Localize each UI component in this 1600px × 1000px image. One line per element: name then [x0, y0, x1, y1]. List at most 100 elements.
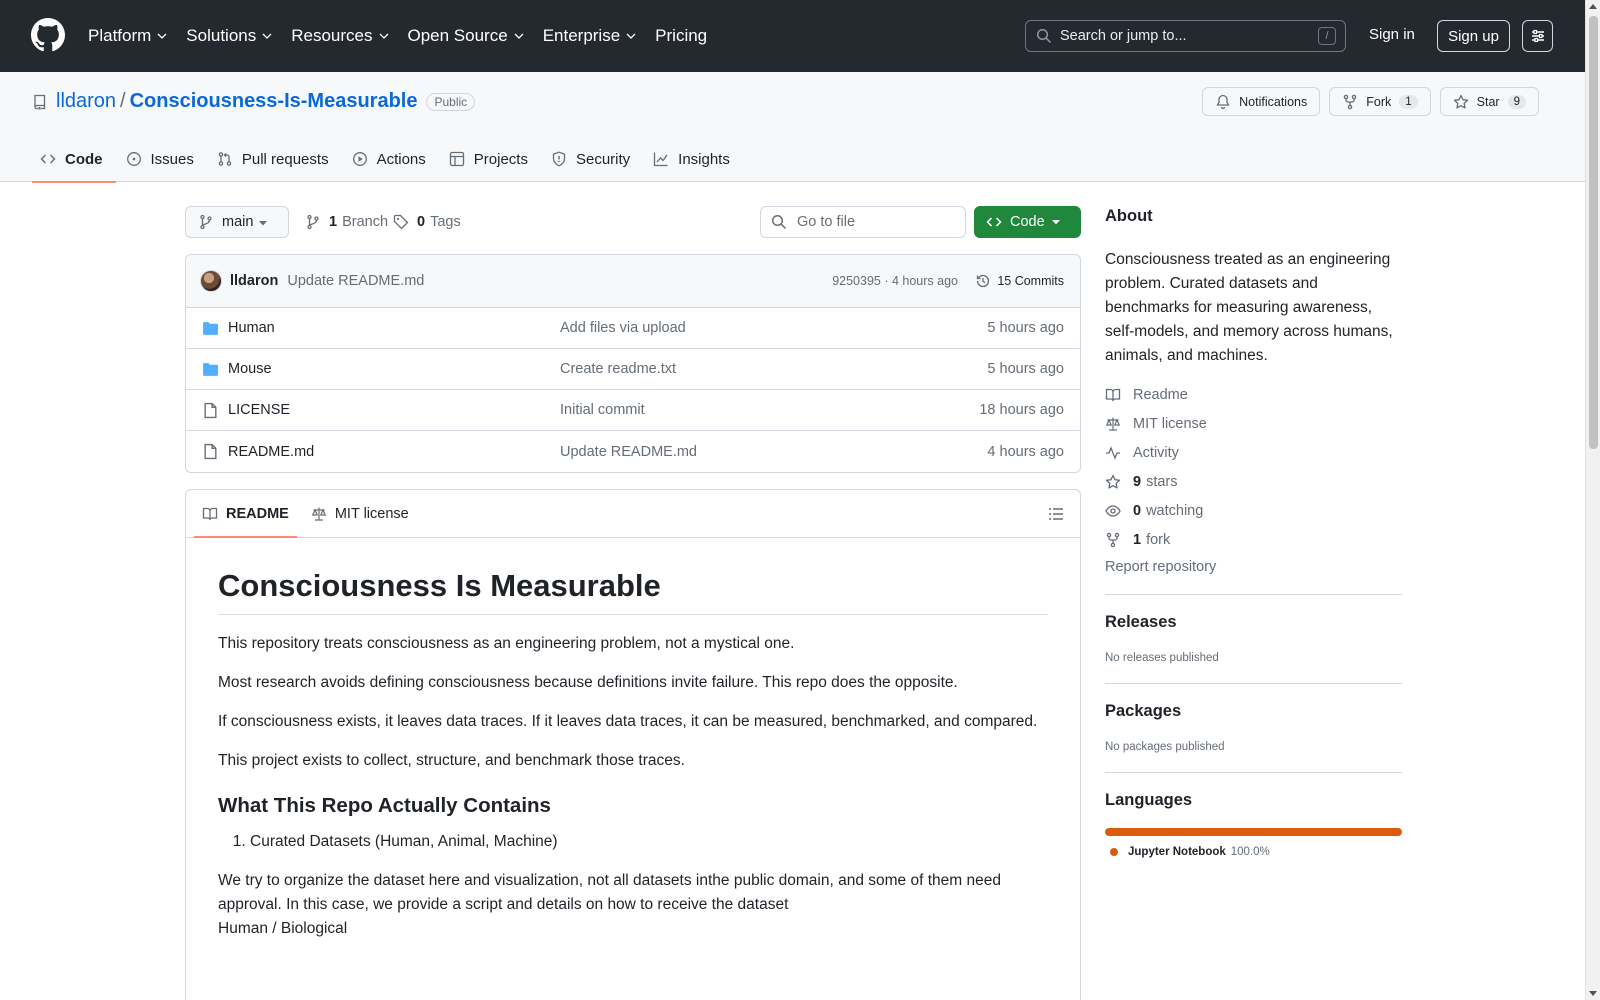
- notifications-button[interactable]: Notifications: [1202, 87, 1321, 116]
- commits-history-link[interactable]: 15 Commits: [975, 273, 1064, 289]
- packages-empty-text: No packages published: [1105, 741, 1225, 753]
- readme-panel: README MIT license Consciousness Is Meas…: [185, 489, 1081, 1000]
- file-commit-message[interactable]: Create readme.txt: [560, 361, 676, 377]
- file-name[interactable]: README.md: [228, 444, 558, 460]
- tab-security[interactable]: Security: [543, 136, 643, 182]
- readme-line: We try to organize the dataset here and …: [218, 872, 1001, 913]
- commit-author[interactable]: lldaron: [230, 273, 278, 289]
- tab-issues[interactable]: Issues: [118, 136, 207, 182]
- link-label: stars: [1146, 473, 1178, 490]
- tab-actions[interactable]: Actions: [344, 136, 439, 182]
- nav-enterprise[interactable]: Enterprise: [543, 26, 637, 46]
- global-search-input[interactable]: Search or jump to... /: [1025, 20, 1346, 52]
- chevron-down-icon: [379, 33, 388, 39]
- repo-path-separator: /: [120, 90, 126, 112]
- file-name[interactable]: Human: [228, 320, 558, 336]
- scrollbar-thumb[interactable]: [1589, 16, 1598, 449]
- code-dropdown-button[interactable]: Code: [974, 206, 1081, 238]
- tab-code[interactable]: Code: [32, 136, 116, 183]
- branches-link[interactable]: 1 Branch: [305, 214, 388, 230]
- shield-icon: [552, 151, 566, 167]
- folder-icon: [203, 321, 218, 335]
- file-commit-message[interactable]: Add files via upload: [560, 320, 686, 336]
- file-row[interactable]: LICENSE Initial commit 18 hours ago: [186, 390, 1080, 431]
- branch-selector[interactable]: main: [185, 206, 289, 238]
- chevron-down-icon: [626, 33, 636, 39]
- releases-heading[interactable]: Releases: [1105, 613, 1402, 632]
- divider: [1105, 772, 1402, 773]
- fork-icon: [1106, 532, 1120, 547]
- bell-icon: [1216, 94, 1230, 109]
- scroll-up-arrow-icon[interactable]: [1589, 4, 1597, 9]
- language-color-dot: [1110, 848, 1118, 856]
- tab-label: Issues: [150, 150, 194, 168]
- nav-resources[interactable]: Resources: [291, 26, 389, 46]
- tab-pull-requests[interactable]: Pull requests: [209, 136, 342, 182]
- branches-label: Branch: [342, 214, 389, 230]
- tab-license[interactable]: MIT license: [303, 490, 417, 537]
- scroll-down-arrow-icon[interactable]: [1589, 991, 1597, 996]
- tab-readme[interactable]: README: [194, 490, 297, 538]
- report-repository-link[interactable]: Report repository: [1105, 559, 1402, 575]
- issue-icon: [126, 152, 141, 166]
- star-button[interactable]: Star 9: [1439, 87, 1539, 116]
- table-of-contents-icon[interactable]: [1048, 506, 1064, 522]
- search-icon: [1036, 28, 1052, 44]
- tab-projects[interactable]: Projects: [441, 136, 541, 182]
- file-row[interactable]: Mouse Create readme.txt 5 hours ago: [186, 349, 1080, 390]
- activity-link[interactable]: Activity: [1105, 438, 1402, 467]
- fork-button[interactable]: Fork 1: [1329, 87, 1431, 116]
- nav-solutions[interactable]: Solutions: [186, 26, 273, 46]
- license-link[interactable]: MIT license: [1105, 409, 1402, 438]
- sign-in-link[interactable]: Sign in: [1369, 26, 1415, 43]
- readme-link[interactable]: Readme: [1105, 380, 1402, 409]
- language-item[interactable]: Jupyter Notebook 100.0%: [1105, 846, 1402, 858]
- forks-count: 1: [1133, 531, 1142, 548]
- about-description: Consciousness treated as an engineering …: [1105, 251, 1393, 364]
- pull-request-icon: [218, 152, 232, 166]
- file-commit-message[interactable]: Update README.md: [560, 444, 697, 460]
- file-name[interactable]: LICENSE: [228, 402, 558, 418]
- readme-list: Curated Datasets (Human, Animal, Machine…: [250, 830, 1048, 854]
- book-icon: [202, 507, 218, 520]
- forks-link[interactable]: 1 fork: [1105, 525, 1402, 554]
- tags-link[interactable]: 0 Tags: [393, 214, 461, 230]
- packages-heading[interactable]: Packages: [1105, 702, 1402, 721]
- repo-icon: [34, 94, 46, 110]
- nav-open-source[interactable]: Open Source: [408, 26, 525, 46]
- pulse-icon: [1106, 445, 1120, 460]
- page-scrollbar[interactable]: [1585, 0, 1600, 1000]
- play-icon: [352, 152, 367, 166]
- search-shortcut-badge: /: [1318, 27, 1336, 45]
- nav-label: Solutions: [186, 26, 257, 45]
- nav-platform[interactable]: Platform: [88, 26, 168, 46]
- divider: [1105, 683, 1402, 684]
- commit-message[interactable]: Update README.md: [287, 273, 424, 289]
- about-heading: About: [1105, 207, 1153, 225]
- file-icon: [204, 443, 217, 460]
- fork-label: Fork: [1366, 94, 1392, 109]
- readme-paragraph: We try to organize the dataset here and …: [218, 869, 1048, 941]
- global-nav: Platform Solutions Resources Open Source…: [88, 0, 725, 72]
- settings-menu-button[interactable]: [1522, 20, 1553, 52]
- file-row[interactable]: README.md Update README.md 4 hours ago: [186, 431, 1080, 472]
- table-icon: [449, 151, 464, 167]
- code-icon: [40, 154, 56, 164]
- nav-pricing[interactable]: Pricing: [655, 26, 707, 46]
- github-logo-icon[interactable]: [31, 18, 65, 52]
- notifications-label: Notifications: [1239, 94, 1308, 109]
- commit-sha-time[interactable]: 9250395 · 4 hours ago: [832, 274, 958, 288]
- link-label: fork: [1146, 531, 1171, 548]
- tab-insights[interactable]: Insights: [645, 136, 743, 182]
- go-to-file-input[interactable]: Go to file: [760, 206, 966, 238]
- file-commit-message[interactable]: Initial commit: [560, 402, 645, 418]
- stars-link[interactable]: 9 stars: [1105, 467, 1402, 496]
- watchers-link[interactable]: 0 watching: [1105, 496, 1402, 525]
- file-row[interactable]: Human Add files via upload 5 hours ago: [186, 308, 1080, 349]
- avatar[interactable]: [200, 270, 222, 292]
- repo-name-link[interactable]: Consciousness-Is-Measurable: [130, 90, 418, 113]
- sign-up-button[interactable]: Sign up: [1437, 20, 1510, 52]
- tab-label: MIT license: [334, 505, 409, 522]
- file-name[interactable]: Mouse: [228, 361, 558, 377]
- repo-owner-link[interactable]: lldaron: [56, 90, 116, 113]
